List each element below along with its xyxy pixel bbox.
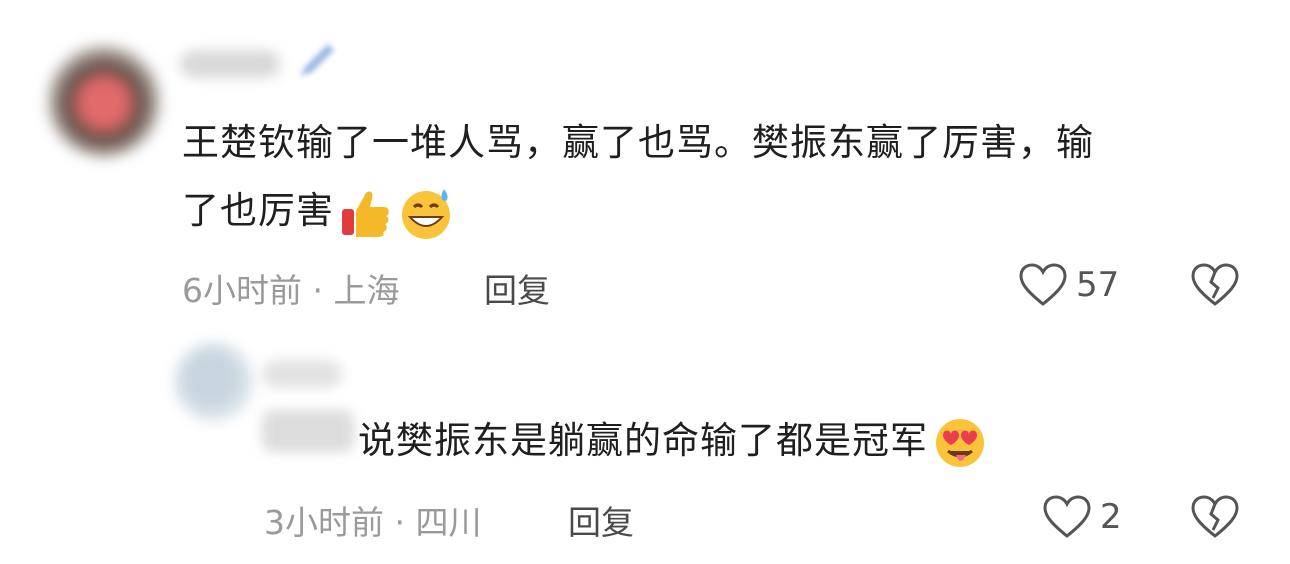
grinning-sweat-icon — [402, 188, 450, 239]
username-blurred[interactable] — [180, 50, 280, 78]
broken-heart-icon — [1191, 263, 1239, 306]
heart-eyes-tongue-icon — [936, 418, 984, 467]
broken-heart-icon — [1191, 495, 1239, 538]
thumbs-up-icon — [342, 190, 389, 237]
like-count: 2 — [1100, 497, 1122, 537]
reply-text-content: 说樊振东是躺赢的命输了都是冠军 — [358, 419, 928, 462]
avatar[interactable] — [175, 343, 253, 421]
reply-text: 说樊振东是躺赢的命输了都是冠军 — [358, 410, 988, 472]
like-button[interactable]: 57 — [1018, 262, 1119, 308]
mention-blurred[interactable] — [262, 410, 354, 452]
heart-icon — [1043, 495, 1091, 538]
comment-time-location: 6小时前 · 上海 — [182, 271, 400, 310]
reply-button[interactable]: 回复 — [568, 496, 634, 544]
pen-icon — [300, 44, 334, 76]
reply-button[interactable]: 回复 — [484, 264, 550, 312]
comment-text-line-2: 了也厉害 — [182, 180, 454, 242]
like-button[interactable]: 2 — [1042, 494, 1122, 540]
like-count: 57 — [1076, 265, 1120, 305]
dislike-button[interactable] — [1190, 262, 1240, 312]
comment-text-line-1: 王楚钦输了一堆人骂，赢了也骂。樊振东赢了厉害，输 — [182, 121, 1094, 164]
comment-text-line-2-text: 了也厉害 — [182, 189, 334, 232]
avatar[interactable] — [48, 45, 160, 157]
username-blurred[interactable] — [262, 360, 342, 388]
dislike-button[interactable] — [1190, 494, 1240, 544]
heart-icon — [1019, 263, 1067, 306]
reply-time-location: 3小时前 · 四川 — [264, 503, 482, 542]
